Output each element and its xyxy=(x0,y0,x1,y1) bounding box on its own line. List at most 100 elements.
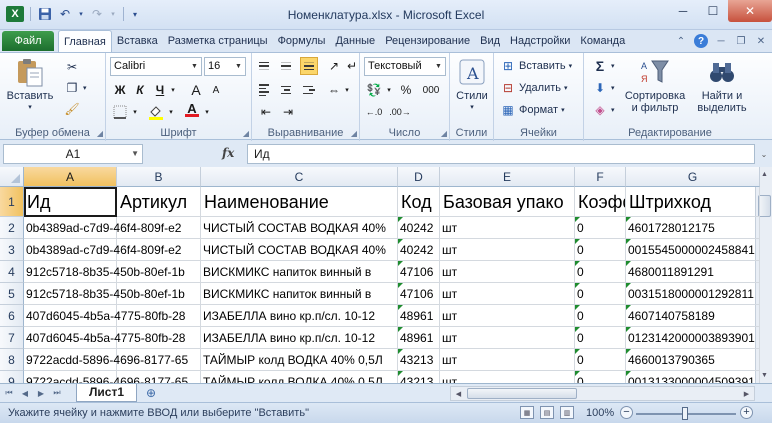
format-cells-button[interactable]: ▦ Формат ▾ xyxy=(500,102,564,118)
workbook-restore-icon[interactable]: ❐ xyxy=(734,34,748,48)
table-cell[interactable]: ИЗАБЕЛЛА вино кр.п/сл. 10-12 xyxy=(201,305,398,327)
table-cell[interactable]: 0 xyxy=(575,305,626,327)
table-cell[interactable]: шт xyxy=(440,261,575,283)
copy-button[interactable]: ❐ ▾ xyxy=(64,80,87,96)
tab-view[interactable]: Вид xyxy=(475,30,505,52)
table-cell[interactable]: 0031518000001292811 xyxy=(626,283,760,305)
table-cell[interactable]: шт xyxy=(440,217,575,239)
table-cell[interactable]: шт xyxy=(440,327,575,349)
table-cell[interactable]: 9722acdd-5896-4696-8177-65 xyxy=(24,371,188,383)
prev-sheet-icon[interactable]: ◀ xyxy=(18,386,32,400)
font-launcher-icon[interactable]: ◢ xyxy=(243,129,249,138)
table-cell[interactable]: 407d6045-4b5a-4775-80fb-28 xyxy=(24,305,185,327)
insert-cells-button[interactable]: ⊞ Вставить ▾ xyxy=(500,58,572,74)
merge-center-icon[interactable]: ⇔ xyxy=(324,81,344,99)
alignment-launcher-icon[interactable]: ◢ xyxy=(351,129,357,138)
find-select-button[interactable]: Найти и выделить xyxy=(692,57,752,114)
column-header-d[interactable]: D xyxy=(398,167,440,187)
decrease-indent-icon[interactable]: ⇤ xyxy=(256,103,276,121)
autosum-button[interactable]: Σ ▾ xyxy=(592,58,615,74)
fill-color-button[interactable] xyxy=(146,103,166,121)
table-cell[interactable]: 4601728012175 xyxy=(626,217,760,239)
table-cell[interactable]: шт xyxy=(440,305,575,327)
maximize-button[interactable]: ☐ xyxy=(698,0,728,22)
table-cell[interactable]: 40242 xyxy=(398,217,440,239)
tab-page-layout[interactable]: Разметка страницы xyxy=(163,30,273,52)
header-cell[interactable]: Артикул xyxy=(117,187,201,217)
paste-button[interactable]: Вставить ▾ xyxy=(6,57,54,114)
thousands-separator-button[interactable]: 000 xyxy=(418,81,444,99)
currency-icon[interactable]: 💱 xyxy=(364,81,384,99)
close-button[interactable]: ✕ xyxy=(728,0,772,22)
table-cell[interactable]: шт xyxy=(440,239,575,261)
table-cell[interactable]: 0 xyxy=(575,217,626,239)
fill-button[interactable]: ⬇ ▾ xyxy=(592,80,615,96)
table-cell[interactable]: 0 xyxy=(575,239,626,261)
row-header[interactable]: 1 xyxy=(0,187,24,217)
row-header[interactable]: 7 xyxy=(0,327,24,349)
scroll-right-icon[interactable]: ▶ xyxy=(740,387,753,400)
increase-indent-icon[interactable]: ⇥ xyxy=(278,103,298,121)
horizontal-scrollbar[interactable]: ◀ ▶ xyxy=(450,386,755,401)
zoom-slider-thumb[interactable] xyxy=(682,407,688,420)
table-cell[interactable]: 47106 xyxy=(398,283,440,305)
table-cell[interactable]: ТАЙМЫР колд ВОДКА 40% 0,5Л xyxy=(201,349,398,371)
next-sheet-icon[interactable]: ▶ xyxy=(34,386,48,400)
insert-function-button[interactable]: fx xyxy=(222,146,234,160)
grow-font-button[interactable]: A xyxy=(186,81,206,99)
row-header[interactable]: 9 xyxy=(0,371,24,383)
column-header-c[interactable]: C xyxy=(201,167,398,187)
column-header-b[interactable]: B xyxy=(117,167,201,187)
borders-button[interactable] xyxy=(110,103,130,121)
page-layout-view-icon[interactable]: ▤ xyxy=(540,406,554,419)
table-cell[interactable]: 43213 xyxy=(398,371,440,383)
table-cell[interactable]: 43213 xyxy=(398,349,440,371)
tab-home[interactable]: Главная xyxy=(58,30,112,53)
zoom-in-button[interactable]: + xyxy=(740,406,753,419)
table-cell[interactable]: 912c5718-8b35-450b-80ef-1b xyxy=(24,283,185,305)
table-cell[interactable]: 0 xyxy=(575,283,626,305)
tab-team[interactable]: Команда xyxy=(575,30,630,52)
table-cell[interactable]: 4607140758189 xyxy=(626,305,760,327)
table-cell[interactable]: 0b4389ad-c7d9-46f4-809f-e2 xyxy=(24,217,181,239)
orientation-icon[interactable]: ↗ xyxy=(324,57,344,75)
table-cell[interactable]: ИЗАБЕЛЛА вино кр.п/сл. 10-12 xyxy=(201,327,398,349)
table-cell[interactable]: шт xyxy=(440,371,575,383)
row-header[interactable]: 5 xyxy=(0,283,24,305)
sort-filter-button[interactable]: AЯ Сортировка и фильтр xyxy=(622,57,688,114)
header-cell[interactable]: Коэфф xyxy=(575,187,626,217)
shrink-font-button[interactable]: A xyxy=(206,81,226,99)
align-left-button[interactable] xyxy=(256,81,274,99)
header-cell[interactable]: Код xyxy=(398,187,440,217)
format-painter-button[interactable]: 🖌 xyxy=(64,101,80,117)
page-break-view-icon[interactable]: ▥ xyxy=(560,406,574,419)
table-cell[interactable]: ЧИСТЫЙ СОСТАВ ВОДКАЯ 40% xyxy=(201,239,398,261)
table-cell[interactable]: ВИСКМИКС напиток винный в xyxy=(201,261,398,283)
column-header-f[interactable]: F xyxy=(575,167,626,187)
align-bottom-button[interactable] xyxy=(300,57,318,75)
worksheet-grid[interactable]: ▲ ▼ A B C D E F G 1 Ид Артикул Наименование Код Базо… xyxy=(0,167,772,383)
font-color-dropdown-icon[interactable]: ▾ xyxy=(202,103,212,121)
header-cell[interactable]: Ид xyxy=(24,187,117,217)
table-cell[interactable]: 4660013790365 xyxy=(626,349,760,371)
font-color-button[interactable]: A xyxy=(182,101,202,119)
minimize-button[interactable]: ─ xyxy=(668,0,698,22)
table-cell[interactable]: 40242 xyxy=(398,239,440,261)
align-right-button[interactable] xyxy=(300,81,318,99)
table-cell[interactable]: 48961 xyxy=(398,327,440,349)
column-header-e[interactable]: E xyxy=(440,167,575,187)
table-cell[interactable]: 0 xyxy=(575,371,626,383)
borders-dropdown-icon[interactable]: ▾ xyxy=(130,103,140,121)
decrease-decimal-icon[interactable]: .00→ xyxy=(389,103,411,121)
column-header-g[interactable]: G xyxy=(626,167,760,187)
zoom-out-button[interactable]: − xyxy=(620,406,633,419)
name-box[interactable]: A1 ▼ xyxy=(3,144,143,164)
row-header[interactable]: 6 xyxy=(0,305,24,327)
row-header[interactable]: 4 xyxy=(0,261,24,283)
table-cell[interactable]: 0 xyxy=(575,327,626,349)
last-sheet-icon[interactable]: ⏭ xyxy=(50,386,64,400)
header-cell[interactable]: Наименование xyxy=(201,187,398,217)
header-cell[interactable]: Базовая упако xyxy=(440,187,575,217)
table-cell[interactable]: 0015545000002458841 xyxy=(626,239,760,261)
column-header-a[interactable]: A xyxy=(24,167,117,187)
